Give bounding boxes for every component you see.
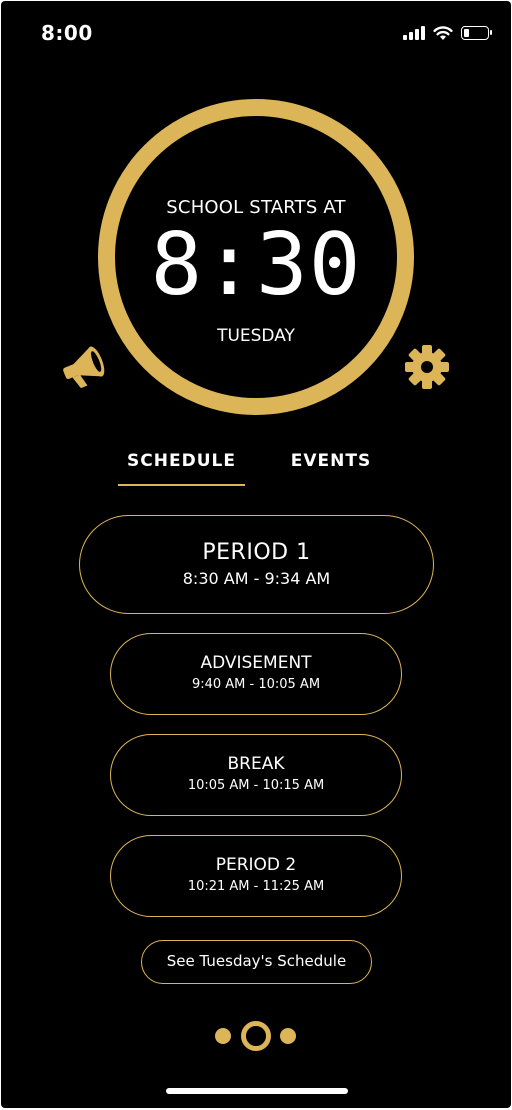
status-time: 8:00 — [41, 21, 93, 45]
cellular-signal-icon — [403, 26, 425, 40]
schedule-item-name: PERIOD 1 — [202, 540, 311, 565]
schedule-item-time: 10:21 AM - 11:25 AM — [187, 879, 325, 894]
app-screen: 8:00 SCHOOL STARTS AT 8:30 TUESDAY SCHED… — [1, 1, 511, 1108]
schedule-item-name: PERIOD 2 — [215, 855, 297, 875]
megaphone-icon[interactable] — [59, 341, 111, 391]
page-dot[interactable] — [280, 1028, 296, 1044]
schedule-item[interactable]: BREAK 10:05 AM - 10:15 AM — [110, 734, 402, 816]
start-time-ring: SCHOOL STARTS AT 8:30 TUESDAY — [98, 99, 414, 415]
wifi-icon — [433, 26, 453, 40]
schedule-item[interactable]: PERIOD 2 10:21 AM - 11:25 AM — [110, 835, 402, 917]
schedule-item-time: 10:05 AM - 10:15 AM — [187, 778, 325, 793]
schedule-item-time: 9:40 AM - 10:05 AM — [191, 677, 321, 692]
schedule-item[interactable]: ADVISEMENT 9:40 AM - 10:05 AM — [110, 633, 402, 715]
status-bar: 8:00 — [1, 1, 511, 65]
active-tab-indicator — [118, 484, 245, 486]
start-time: 8:30 — [150, 215, 362, 315]
battery-level-fill — [464, 29, 469, 37]
page-dot-active[interactable] — [241, 1021, 271, 1051]
page-dot[interactable] — [215, 1028, 231, 1044]
day-label: TUESDAY — [217, 326, 295, 346]
tab-bar: SCHEDULE EVENTS — [1, 451, 511, 491]
see-schedule-button[interactable]: See Tuesday's Schedule — [141, 940, 372, 984]
gear-icon[interactable] — [403, 343, 451, 391]
tab-schedule[interactable]: SCHEDULE — [118, 451, 245, 471]
schedule-item-time: 8:30 AM - 9:34 AM — [182, 569, 331, 588]
schedule-item-name: ADVISEMENT — [200, 653, 312, 673]
status-icons — [403, 25, 492, 41]
home-indicator[interactable] — [166, 1088, 348, 1094]
schedule-item-name: BREAK — [227, 754, 285, 774]
battery-icon — [461, 26, 492, 40]
schedule-item-current[interactable]: PERIOD 1 8:30 AM - 9:34 AM — [79, 515, 434, 614]
page-indicator — [1, 1020, 511, 1051]
tab-events[interactable]: EVENTS — [284, 451, 378, 471]
